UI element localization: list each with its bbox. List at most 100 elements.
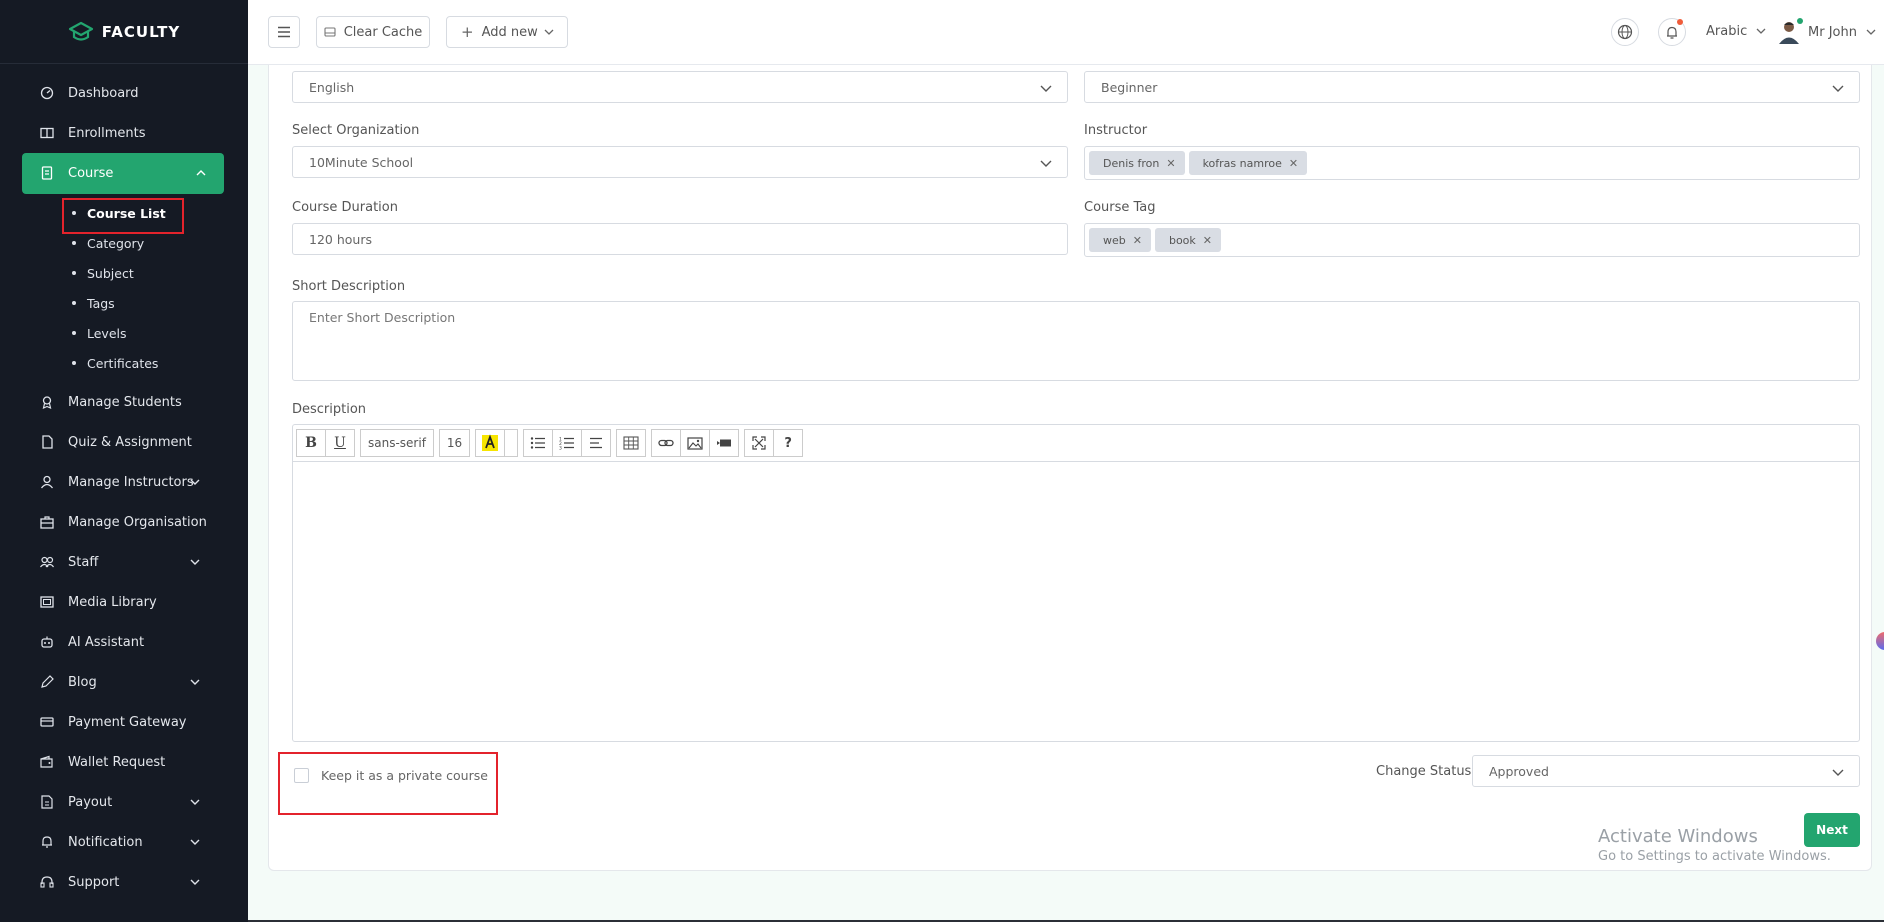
brand-logo[interactable]: FACULTY — [0, 0, 248, 64]
language-selector[interactable]: Arabic — [1706, 24, 1767, 39]
floating-assistant-icon[interactable] — [1876, 632, 1884, 650]
bold-button[interactable]: B — [296, 429, 326, 457]
course-tag: book ✕ — [1154, 228, 1221, 252]
sidebar-item-manage-students[interactable]: Manage Students — [0, 382, 248, 422]
duration-input[interactable]: 120 hours — [292, 223, 1068, 255]
sidebar-item-notification[interactable]: Notification — [0, 822, 248, 862]
hamburger-icon — [278, 26, 290, 38]
course-icon — [41, 166, 53, 180]
short-description-placeholder: Enter Short Description — [309, 310, 456, 325]
status-select[interactable]: Approved — [1472, 755, 1860, 787]
organization-select[interactable]: 10Minute School — [292, 146, 1068, 178]
align-button[interactable] — [581, 429, 612, 457]
staff-icon — [40, 556, 54, 568]
sidebar-item-wallet-request[interactable]: Wallet Request — [0, 742, 248, 782]
sidebar-item-ai-assistant[interactable]: AI Assistant — [0, 622, 248, 662]
help-button[interactable]: ? — [773, 429, 804, 457]
sidebar-item-dashboard[interactable]: Dashboard — [0, 73, 248, 113]
bold-icon: B — [305, 435, 317, 451]
course-tag-multiselect[interactable]: web ✕ book ✕ — [1084, 223, 1860, 257]
menu-toggle-button[interactable] — [268, 16, 300, 48]
image-button[interactable] — [680, 429, 711, 457]
submenu-item-subject[interactable]: Subject — [0, 258, 248, 288]
font-family-select[interactable]: sans-serif — [360, 429, 434, 457]
submenu-item-tags[interactable]: Tags — [0, 288, 248, 318]
link-icon — [658, 439, 674, 447]
remove-tag-icon[interactable]: ✕ — [1133, 234, 1142, 247]
sidebar-item-label: Wallet Request — [68, 754, 166, 770]
chevron-down-icon — [190, 479, 200, 485]
sidebar-item-media-library[interactable]: Media Library — [0, 582, 248, 622]
description-edit-area[interactable] — [293, 462, 1859, 742]
remove-tag-icon[interactable]: ✕ — [1166, 157, 1175, 170]
sidebar-item-label: Payment Gateway — [68, 714, 187, 730]
sidebar-item-enrollments[interactable]: Enrollments — [0, 113, 248, 153]
avatar — [1778, 18, 1803, 44]
color-dropdown-button[interactable] — [504, 429, 519, 457]
font-size-select[interactable]: 16 — [438, 429, 471, 457]
fullscreen-button[interactable] — [744, 429, 775, 457]
sidebar-item-label: Staff — [68, 554, 99, 570]
level-select-value: Beginner — [1101, 79, 1158, 95]
duration-input-value: 120 hours — [309, 231, 372, 247]
chevron-down-icon — [1756, 28, 1766, 34]
sidebar-nav: Dashboard Enrollments Course Course List… — [0, 64, 248, 902]
video-button[interactable] — [709, 429, 740, 457]
sidebar-item-label: Enrollments — [68, 125, 146, 141]
table-icon — [623, 436, 639, 450]
sidebar-item-staff[interactable]: Staff — [0, 542, 248, 582]
underline-icon: U — [334, 435, 346, 451]
remove-tag-icon[interactable]: ✕ — [1289, 157, 1298, 170]
sidebar-item-manage-organisation[interactable]: Manage Organisation — [0, 502, 248, 542]
numbered-list-button[interactable]: 123 — [552, 429, 583, 457]
clear-cache-button[interactable]: Clear Cache — [316, 16, 430, 48]
submenu-item-label: Certificates — [87, 355, 159, 371]
sidebar-item-payout[interactable]: Payout — [0, 782, 248, 822]
sidebar-item-manage-instructors[interactable]: Manage Instructors — [0, 462, 248, 502]
bullet — [72, 331, 76, 335]
submenu-item-levels[interactable]: Levels — [0, 318, 248, 348]
instructor-label: Instructor — [1084, 123, 1148, 138]
link-button[interactable] — [651, 429, 682, 457]
image-icon — [687, 436, 703, 450]
graduation-cap-icon — [68, 21, 93, 41]
add-new-button[interactable]: + Add new — [446, 16, 568, 48]
sidebar-item-label: Manage Students — [68, 394, 182, 410]
font-size-value: 16 — [446, 436, 463, 450]
remove-tag-icon[interactable]: ✕ — [1203, 234, 1212, 247]
instructor-multiselect[interactable]: Denis fron ✕ kofras namroe ✕ — [1084, 146, 1860, 180]
course-tag: web ✕ — [1089, 228, 1151, 252]
sidebar-item-blog[interactable]: Blog — [0, 662, 248, 702]
short-description-textarea[interactable]: Enter Short Description — [292, 301, 1860, 381]
highlight-box-course-list — [62, 198, 184, 234]
align-left-icon — [590, 437, 603, 449]
duration-label: Course Duration — [292, 200, 398, 215]
submenu-item-label: Subject — [87, 265, 134, 281]
text-color-button[interactable] — [475, 429, 506, 457]
submenu-item-certificates[interactable]: Certificates — [0, 348, 248, 378]
bullet-list-button[interactable] — [523, 429, 554, 457]
notification-dot — [1677, 19, 1683, 25]
sidebar-item-support[interactable]: Support — [0, 862, 248, 902]
user-name: Mr John — [1808, 24, 1857, 40]
globe-button[interactable] — [1611, 18, 1639, 46]
submenu-item-label: Category — [87, 235, 145, 251]
editor-toolbar: B U sans-serif 16 123 ? — [293, 425, 1859, 462]
online-status-dot — [1797, 18, 1803, 24]
sidebar-item-label: Payout — [68, 794, 113, 810]
user-menu[interactable]: Mr John — [1778, 18, 1877, 44]
sidebar-item-quiz-assignment[interactable]: Quiz & Assignment — [0, 422, 248, 462]
language-select[interactable]: English — [292, 71, 1068, 103]
sidebar-item-payment-gateway[interactable]: Payment Gateway — [0, 702, 248, 742]
table-button[interactable] — [616, 429, 647, 457]
level-select[interactable]: Beginner — [1084, 71, 1860, 103]
underline-button[interactable]: U — [325, 429, 355, 457]
private-course-checkbox[interactable] — [294, 768, 309, 783]
add-new-label: Add new — [481, 24, 538, 40]
bullet — [72, 301, 76, 305]
fullscreen-icon — [752, 436, 766, 450]
notification-button[interactable] — [1658, 18, 1686, 46]
instructor-tag: Denis fron ✕ — [1089, 151, 1185, 175]
chevron-down-icon — [190, 559, 200, 565]
sidebar-item-course[interactable]: Course — [22, 153, 224, 194]
